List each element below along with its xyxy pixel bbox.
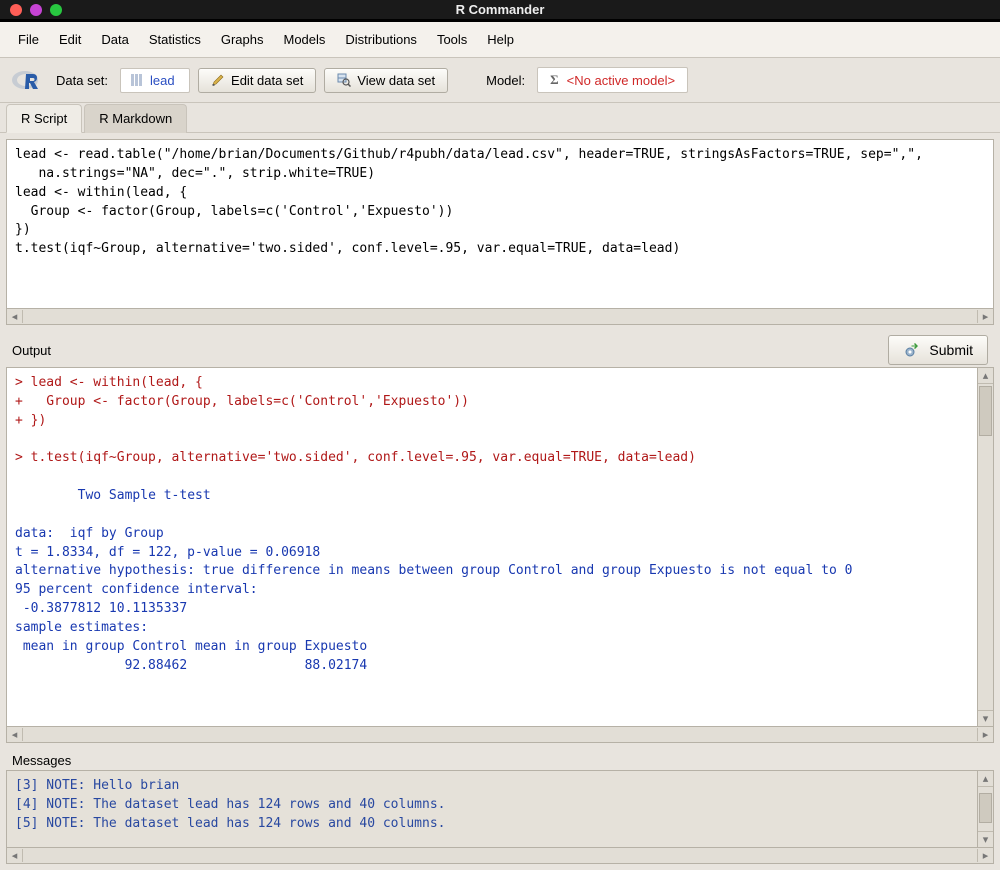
- script-editor[interactable]: lead <- read.table("/home/brian/Document…: [6, 139, 994, 309]
- scroll-right-icon[interactable]: ▸: [977, 728, 993, 741]
- model-value: <No active model>: [567, 73, 675, 88]
- output-line: Two Sample t-test: [15, 488, 211, 503]
- view-dataset-button[interactable]: View data set: [324, 68, 448, 93]
- script-horizontal-scrollbar[interactable]: ◂ ▸: [6, 309, 994, 325]
- dataset-name: lead: [150, 73, 175, 88]
- scrollbar-thumb[interactable]: [979, 386, 992, 436]
- output-vertical-scrollbar[interactable]: ▴ ▾: [978, 367, 994, 727]
- edit-dataset-button[interactable]: Edit data set: [198, 68, 316, 93]
- output-line: data: iqf by Group: [15, 526, 164, 541]
- submit-button[interactable]: Submit: [888, 335, 988, 365]
- output-line: > lead <- within(lead, {: [15, 375, 203, 390]
- close-window-icon[interactable]: [10, 4, 22, 16]
- message-line: [5] NOTE: The dataset lead has 124 rows …: [15, 816, 445, 831]
- messages-pane[interactable]: [3] NOTE: Hello brian [4] NOTE: The data…: [6, 770, 978, 848]
- model-label: Model:: [482, 73, 529, 88]
- tab-r-script[interactable]: R Script: [6, 104, 82, 133]
- output-pane[interactable]: > lead <- within(lead, { + Group <- fact…: [6, 367, 978, 727]
- sigma-icon: Σ: [550, 72, 559, 88]
- model-selector[interactable]: Σ <No active model>: [537, 67, 688, 93]
- menu-help[interactable]: Help: [477, 28, 524, 51]
- output-line: + Group <- factor(Group, labels=c('Contr…: [15, 394, 469, 409]
- output-line: mean in group Control mean in group Expu…: [15, 639, 375, 654]
- tab-r-markdown[interactable]: R Markdown: [84, 104, 187, 133]
- scroll-right-icon[interactable]: ▸: [977, 310, 993, 323]
- output-label: Output: [12, 343, 51, 358]
- submit-gear-icon: [903, 341, 921, 359]
- scroll-down-icon[interactable]: ▾: [978, 831, 993, 847]
- toolbar: Data set: lead Edit data set View data s…: [0, 58, 1000, 103]
- table-icon: [131, 74, 142, 86]
- menu-graphs[interactable]: Graphs: [211, 28, 274, 51]
- menubar: File Edit Data Statistics Graphs Models …: [0, 22, 1000, 58]
- menu-tools[interactable]: Tools: [427, 28, 477, 51]
- scroll-left-icon[interactable]: ◂: [7, 310, 23, 323]
- scroll-right-icon[interactable]: ▸: [977, 849, 993, 862]
- output-line: t = 1.8334, df = 122, p-value = 0.06918: [15, 545, 320, 560]
- menu-distributions[interactable]: Distributions: [335, 28, 427, 51]
- scroll-down-icon[interactable]: ▾: [978, 710, 993, 726]
- r-logo-icon: [10, 66, 44, 94]
- window-title: R Commander: [0, 2, 1000, 17]
- magnifier-table-icon: [337, 73, 351, 87]
- scrollbar-thumb[interactable]: [979, 793, 992, 823]
- dataset-selector[interactable]: lead: [120, 68, 190, 93]
- menu-file[interactable]: File: [8, 28, 49, 51]
- messages-header: Messages: [6, 749, 994, 770]
- window-controls: [10, 4, 62, 16]
- menu-models[interactable]: Models: [273, 28, 335, 51]
- scroll-up-icon[interactable]: ▴: [978, 368, 993, 384]
- messages-vertical-scrollbar[interactable]: ▴ ▾: [978, 770, 994, 848]
- messages-label: Messages: [12, 753, 71, 768]
- output-horizontal-scrollbar[interactable]: ◂ ▸: [6, 727, 994, 743]
- messages-horizontal-scrollbar[interactable]: ◂ ▸: [6, 848, 994, 864]
- output-line: -0.3877812 10.1135337: [15, 601, 187, 616]
- titlebar: R Commander: [0, 0, 1000, 19]
- message-line: [4] NOTE: The dataset lead has 124 rows …: [15, 797, 445, 812]
- dataset-label: Data set:: [52, 73, 112, 88]
- output-header: Output Submit: [6, 331, 994, 367]
- output-line: 95 percent confidence interval:: [15, 582, 258, 597]
- output-line: sample estimates:: [15, 620, 148, 635]
- menu-edit[interactable]: Edit: [49, 28, 91, 51]
- menu-statistics[interactable]: Statistics: [139, 28, 211, 51]
- maximize-window-icon[interactable]: [50, 4, 62, 16]
- minimize-window-icon[interactable]: [30, 4, 42, 16]
- scroll-left-icon[interactable]: ◂: [7, 728, 23, 741]
- output-line: 92.88462 88.02174: [15, 658, 375, 673]
- output-line: + }): [15, 413, 46, 428]
- scroll-left-icon[interactable]: ◂: [7, 849, 23, 862]
- pencil-icon: [211, 73, 225, 87]
- menu-data[interactable]: Data: [91, 28, 138, 51]
- message-line: [3] NOTE: Hello brian: [15, 778, 179, 793]
- output-line: alternative hypothesis: true difference …: [15, 563, 852, 578]
- output-line: > t.test(iqf~Group, alternative='two.sid…: [15, 450, 696, 465]
- script-tabs: R Script R Markdown: [0, 103, 1000, 133]
- scroll-up-icon[interactable]: ▴: [978, 771, 993, 787]
